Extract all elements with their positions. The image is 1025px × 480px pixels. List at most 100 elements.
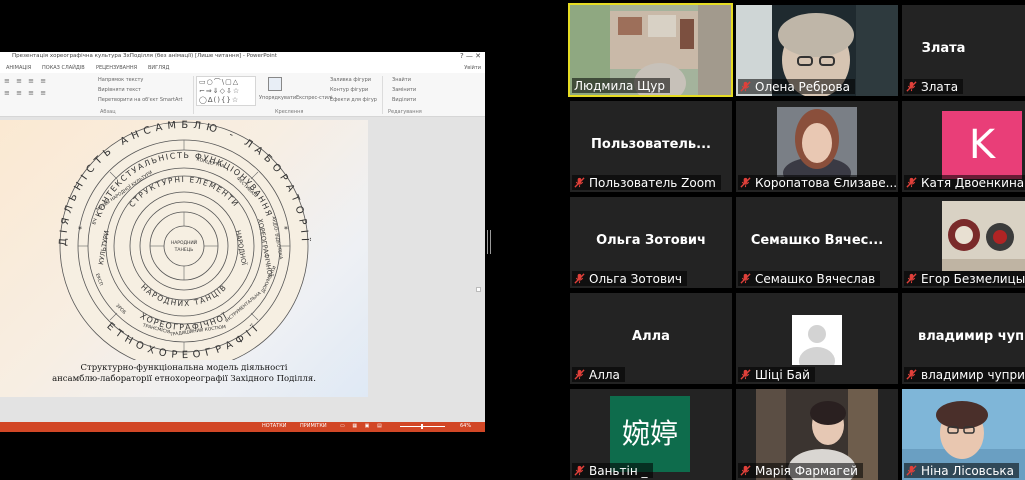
participant-photo	[777, 107, 857, 177]
ppt-ribbon-tabs: АНІМАЦІЯ ПОКАЗ СЛАЙДІВ РЕЦЕНЗУВАННЯ ВИГЛ…	[0, 63, 485, 73]
ppt-status-bar: НОТАТКИ ПРИМІТКИ ▭ ▦ ▣ ▤ 64%	[0, 422, 485, 432]
scroll-marker[interactable]	[476, 287, 481, 292]
microphone-muted-icon	[906, 273, 917, 284]
microphone-muted-icon	[574, 177, 585, 188]
participant-tile[interactable]: Злата Злата	[902, 5, 1025, 96]
slide-workspace: ДІЯЛЬНІСТЬ АНСАМБЛЮ - ЛАБОРАТОРІЇ ЕТНОХО…	[0, 117, 485, 422]
zoom-slider-handle[interactable]	[421, 424, 423, 429]
caption-line-2: ансамблю-лабораторії етнохореографії Зах…	[52, 374, 316, 384]
participant-tile[interactable]: Марія Фармагей	[736, 389, 898, 480]
group-drawing: Креслення	[275, 109, 304, 115]
shapes-gallery[interactable]: ▭○⌒\▢△ ⌐⇒⇓◇⇩☆ ◯∆(){}☆	[196, 76, 256, 106]
participant-name: Алла	[589, 367, 620, 382]
participant-name: Злата	[921, 79, 959, 94]
participant-display-name: Пользователь...	[591, 137, 711, 152]
center-label-line1: НАРОДНИЙ	[171, 239, 197, 246]
participant-tile[interactable]: Олена Реброва	[736, 5, 898, 96]
align-text-button[interactable]: Вирівняти текст	[98, 87, 141, 93]
participant-name: Коропатова Єлизаве...	[755, 175, 896, 190]
replace-button[interactable]: Замінити	[392, 87, 416, 93]
microphone-muted-icon	[574, 465, 585, 476]
tab-review[interactable]: РЕЦЕНЗУВАННЯ	[96, 65, 137, 71]
shared-screen: Презентація хореографічна культура ЗхПод…	[0, 52, 485, 432]
alignment-icons[interactable]: ≡ ≡ ≡ ≡	[4, 89, 48, 97]
ppt-window-title: Презентація хореографічна культура ЗхПод…	[12, 53, 277, 59]
ppt-ribbon: ≡ ≡ ≡ ≡ ≡ ≡ ≡ ≡ Напрямок тексту Вирівнят…	[0, 73, 485, 117]
caption-line-1: Структурно-функціональна модель діяльнос…	[80, 363, 288, 373]
tab-view[interactable]: ВИГЛЯД	[148, 65, 169, 71]
participant-display-name: владимир чуп	[918, 329, 1025, 344]
participant-namebar: Катя Двоенкина	[904, 175, 1025, 190]
participant-tile[interactable]: Шіці Бай	[736, 293, 898, 384]
slide-caption: Структурно-функціональна модель діяльнос…	[0, 363, 368, 385]
microphone-muted-icon	[906, 177, 917, 188]
participant-namebar: Шіці Бай	[738, 367, 815, 382]
smartart-button[interactable]: Перетворити на об'єкт SmartArt	[98, 97, 182, 103]
participant-namebar: Злата	[904, 79, 964, 94]
participant-tile[interactable]: Коропатова Єлизаве...	[736, 101, 898, 192]
microphone-muted-icon	[740, 177, 751, 188]
paragraph-icons[interactable]: ≡ ≡ ≡ ≡	[4, 77, 48, 85]
participant-tile[interactable]: владимир чуп владимир чуприна	[902, 293, 1025, 384]
participant-namebar: Олена Реброва	[738, 79, 855, 94]
comments-button[interactable]: ПРИМІТКИ	[300, 423, 327, 429]
participant-namebar: Семашко Вячеслав	[738, 271, 881, 286]
participant-tile[interactable]: Людмила Щур	[568, 3, 733, 97]
shape-effects-button[interactable]: Ефекти для фігур	[330, 97, 377, 103]
participant-name: Семашко Вячеслав	[755, 271, 876, 286]
participant-name: владимир чуприна	[921, 367, 1025, 382]
group-paragraph: Абзац	[100, 109, 116, 115]
split-view-handle[interactable]	[487, 230, 491, 254]
microphone-muted-icon	[906, 81, 917, 92]
view-icons[interactable]: ▭ ▦ ▣ ▤	[340, 423, 385, 429]
find-button[interactable]: Знайти	[392, 77, 411, 83]
microphone-muted-icon	[574, 369, 585, 380]
tab-animation[interactable]: АНІМАЦІЯ	[6, 65, 31, 71]
participant-namebar: Ваньтін _	[572, 463, 653, 478]
shape-outline-button[interactable]: Контур фігури	[330, 87, 368, 93]
ribbon-separator	[193, 76, 194, 114]
participant-namebar: Ніна Лісовська	[904, 463, 1020, 478]
shape-fill-button[interactable]: Заливка фігури	[330, 77, 371, 83]
zoom-level[interactable]: 64%	[460, 423, 471, 429]
participant-namebar: Алла	[572, 367, 625, 382]
participant-tile[interactable]: Ніна Лісовська	[902, 389, 1025, 480]
participant-name: Ніна Лісовська	[921, 463, 1015, 478]
microphone-muted-icon	[906, 465, 917, 476]
participant-avatar: K	[942, 111, 1022, 179]
asterisk-marker: *	[78, 225, 82, 234]
participant-name: Людмила Щур	[574, 78, 665, 93]
participant-namebar: Ольга Зотович	[572, 271, 687, 286]
structural-model-diagram: ДІЯЛЬНІСТЬ АНСАМБЛЮ - ЛАБОРАТОРІЇ ЕТНОХО…	[58, 120, 309, 371]
participant-tile[interactable]: K Катя Двоенкина	[902, 101, 1025, 192]
participant-display-name: Семашко Вячес...	[750, 233, 884, 248]
participant-name: Пользователь Zoom	[589, 175, 716, 190]
participant-tile[interactable]: Алла Алла	[570, 293, 732, 384]
participant-tile[interactable]: Пользователь... Пользователь Zoom	[570, 101, 732, 192]
ribbon-separator	[382, 76, 383, 114]
participant-display-name: Злата	[921, 41, 966, 56]
notes-button[interactable]: НОТАТКИ	[262, 423, 287, 429]
default-avatar-icon	[792, 315, 842, 365]
quick-styles-button[interactable]: Експрес-стилі	[296, 95, 333, 101]
center-label-line2: ТАНЕЦЬ	[174, 247, 194, 253]
participant-namebar: Коропатова Єлизаве...	[738, 175, 896, 190]
arrange-button[interactable]: Упорядкувати	[259, 95, 296, 101]
participant-name: Олена Реброва	[755, 79, 850, 94]
participant-tile[interactable]: Ольга Зотович Ольга Зотович	[570, 197, 732, 288]
participant-namebar: Марія Фармагей	[738, 463, 863, 478]
participant-tile[interactable]: 婉婷 Ваньтін _	[570, 389, 732, 480]
microphone-muted-icon	[740, 81, 751, 92]
participant-name: Катя Двоенкина	[921, 175, 1025, 190]
participant-namebar: владимир чуприна	[904, 367, 1025, 382]
participant-namebar: Людмила Щур	[572, 78, 670, 93]
tab-slideshow[interactable]: ПОКАЗ СЛАЙДІВ	[42, 65, 85, 71]
text-direction-button[interactable]: Напрямок тексту	[98, 77, 143, 83]
participant-display-name: Ольга Зотович	[596, 233, 706, 248]
participant-tile[interactable]: Семашко Вячес... Семашко Вячеслав	[736, 197, 898, 288]
arrange-icon[interactable]	[268, 77, 282, 91]
window-controls[interactable]: ? — ✕	[460, 52, 481, 60]
participant-tile[interactable]: Егор Безмелицын	[902, 197, 1025, 288]
select-button[interactable]: Виділити	[392, 97, 416, 103]
sign-in-link[interactable]: Увійти	[464, 65, 481, 71]
